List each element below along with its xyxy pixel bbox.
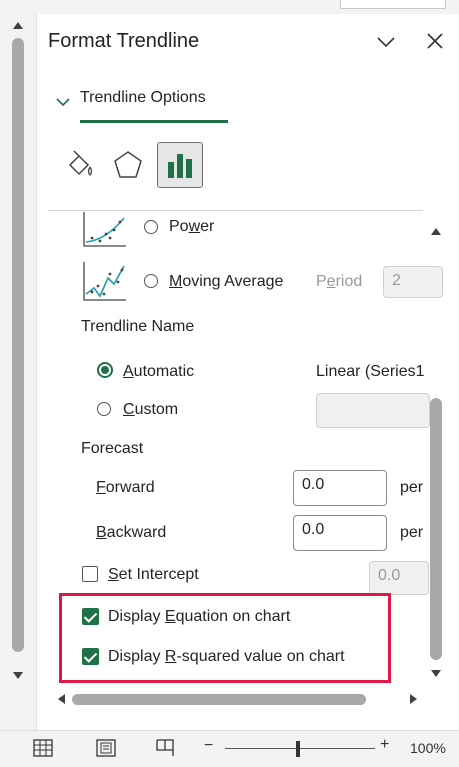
tab-trendline-options[interactable]: Trendline Options (80, 89, 206, 107)
scroll-left-arrow-icon[interactable] (58, 694, 65, 704)
zoom-in-button[interactable]: + (380, 736, 389, 754)
trendline-options-tab[interactable] (157, 142, 203, 188)
period-input[interactable]: 2 (383, 266, 443, 298)
forward-unit: per (400, 479, 424, 496)
backward-label: Backward (96, 524, 167, 541)
collapse-pane-button[interactable] (374, 30, 398, 59)
chevron-down-icon (56, 98, 70, 107)
zoom-level[interactable]: 100% (410, 740, 446, 756)
fill-line-tab[interactable] (58, 143, 102, 187)
tab-expand-button[interactable] (56, 94, 70, 112)
backward-input[interactable]: 0.0 (293, 515, 387, 551)
zoom-slider-track[interactable] (225, 748, 375, 749)
forward-input[interactable]: 0.0 (293, 470, 387, 506)
custom-name-input[interactable] (316, 393, 430, 428)
zoom-slider-thumb[interactable] (296, 741, 300, 757)
zoom-out-button[interactable]: − (204, 737, 213, 755)
automatic-name-value: Linear (Series1 (316, 363, 425, 380)
backward-unit: per (400, 524, 424, 541)
page-layout-icon (96, 739, 116, 757)
custom-label: Custom (123, 401, 179, 418)
scroll-up-arrow-icon[interactable] (431, 228, 441, 235)
page-layout-view-button[interactable] (96, 738, 116, 763)
intercept-input[interactable]: 0.0 (369, 561, 429, 595)
page-break-view-button[interactable] (155, 738, 175, 763)
scroll-up-arrow-icon[interactable] (13, 22, 23, 29)
scroll-down-arrow-icon[interactable] (431, 670, 441, 677)
scroll-down-arrow-icon[interactable] (13, 672, 23, 679)
bar-chart-icon (168, 154, 192, 178)
window-edge (340, 0, 446, 9)
effects-tab[interactable] (106, 143, 150, 187)
close-icon (427, 33, 443, 49)
automatic-radio[interactable] (97, 362, 113, 378)
moving-average-trend-icon (82, 262, 126, 307)
moving-average-radio[interactable] (144, 274, 158, 288)
normal-view-button[interactable] (33, 738, 53, 763)
page-break-icon (156, 739, 174, 756)
highlight-box (59, 593, 391, 683)
vertical-scrollbar-thumb[interactable] (430, 398, 442, 660)
trendline-name-heading: Trendline Name (81, 318, 195, 335)
power-label: Power (169, 218, 215, 235)
chevron-down-icon (377, 37, 395, 48)
automatic-label: Automatic (123, 363, 195, 380)
custom-radio[interactable] (97, 402, 111, 416)
set-intercept-checkbox[interactable] (82, 566, 98, 582)
moving-average-label: Moving Average (169, 273, 284, 290)
close-pane-button[interactable] (424, 30, 446, 57)
horizontal-scrollbar-thumb[interactable] (72, 694, 366, 705)
forecast-heading: Forecast (81, 440, 144, 457)
power-radio[interactable] (144, 220, 158, 234)
scroll-right-arrow-icon[interactable] (410, 694, 417, 704)
pane-title: Format Trendline (48, 30, 200, 52)
period-label: Period (316, 273, 363, 290)
grid-icon (33, 739, 53, 757)
pentagon-icon (114, 151, 142, 178)
left-scrollbar-thumb[interactable] (12, 38, 24, 652)
separator (48, 210, 423, 211)
tab-underline (80, 120, 228, 123)
forward-label: Forward (96, 479, 155, 496)
set-intercept-label: Set Intercept (108, 566, 199, 583)
power-trend-icon (82, 212, 126, 253)
paint-bucket-icon (68, 150, 93, 176)
